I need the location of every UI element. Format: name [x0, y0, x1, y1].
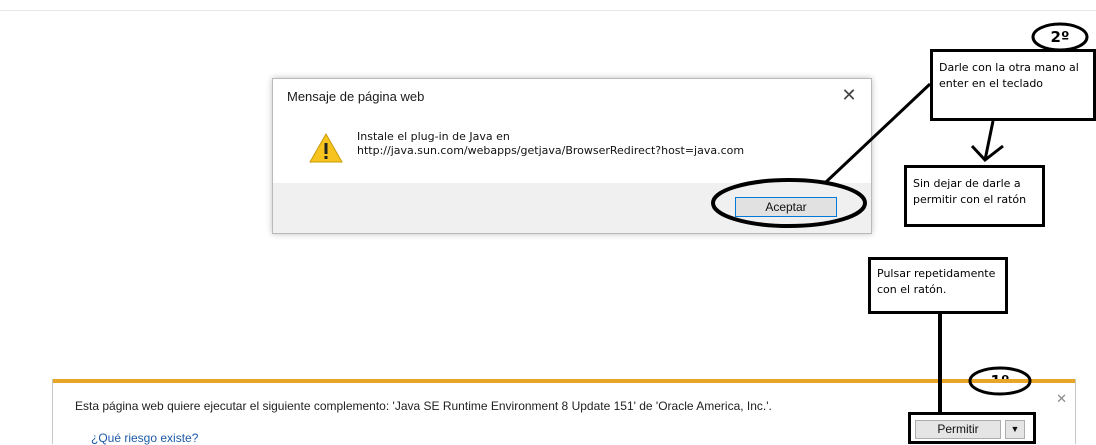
arrow-down [970, 120, 1004, 163]
step-2-circle [1031, 22, 1089, 52]
accept-highlight-ellipse [711, 178, 867, 228]
connector-line-enter [824, 82, 932, 184]
annotation-strokes [711, 22, 1089, 414]
step-1-circle [968, 366, 1032, 396]
